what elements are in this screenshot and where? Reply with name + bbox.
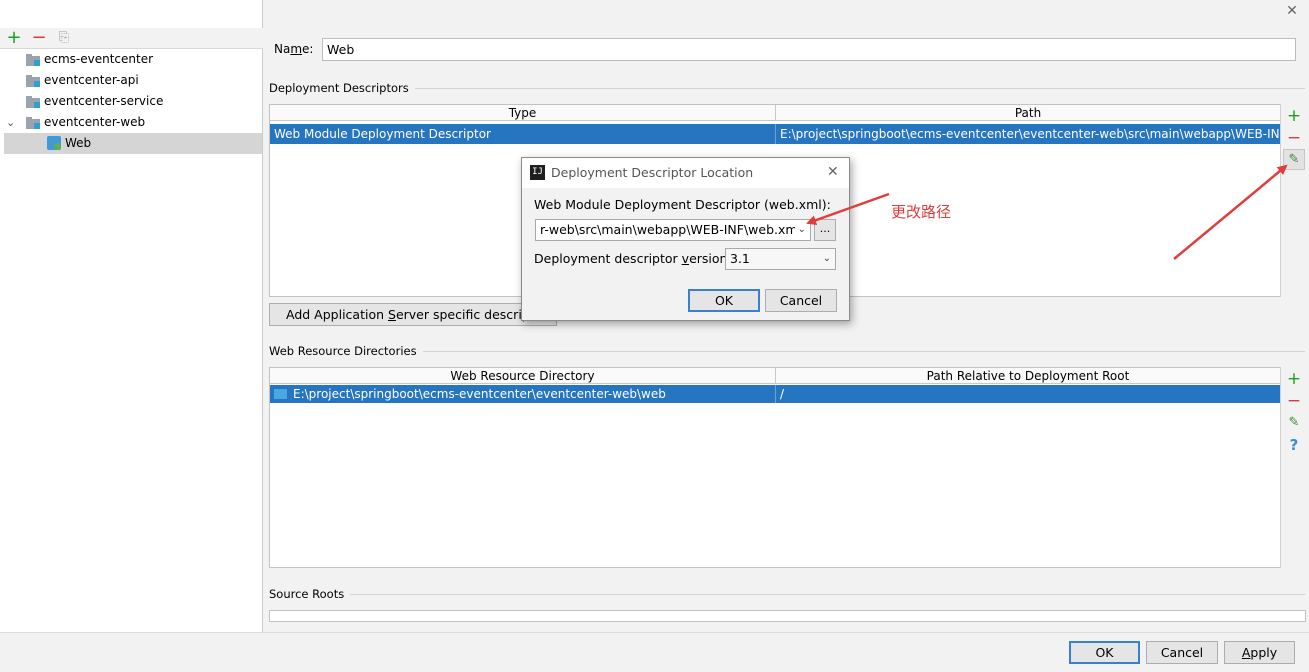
annotation-arrows [806, 164, 1288, 260]
annotation-arrow-to-location [806, 192, 890, 226]
annotation-change-path-text: 更改路径 [891, 203, 952, 221]
annotation-arrow-to-edit [1173, 164, 1288, 260]
